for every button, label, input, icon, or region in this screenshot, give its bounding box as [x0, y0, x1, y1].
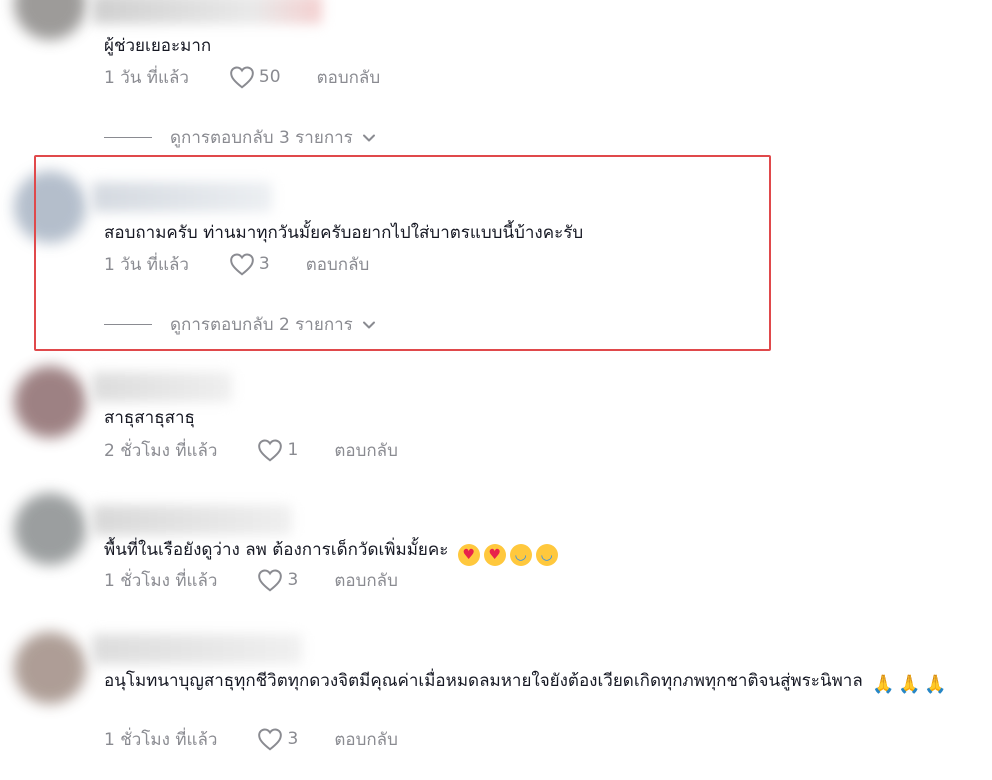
- like-button[interactable]: 1: [257, 438, 298, 462]
- like-button[interactable]: 50: [229, 65, 281, 89]
- username-blurred[interactable]: [92, 505, 292, 535]
- avatar[interactable]: [14, 493, 86, 565]
- heart-icon: [258, 728, 283, 751]
- comment-text: สาธุสาธุสาธุ: [104, 408, 195, 428]
- comment-meta: 1 วัน ที่แล้ว 50 ตอบกลับ: [104, 64, 380, 90]
- comment-meta: 1 ชั่วโมง ที่แล้ว 3 ตอบกลับ: [104, 726, 398, 752]
- like-count: 50: [258, 67, 281, 87]
- like-button[interactable]: 3: [257, 568, 298, 592]
- comment-time: 1 ชั่วโมง ที่แล้ว: [104, 570, 218, 591]
- heart-icon: [258, 439, 283, 462]
- highlight-box: [34, 155, 771, 351]
- username-blurred[interactable]: [92, 0, 322, 24]
- like-button[interactable]: 3: [257, 727, 298, 751]
- reply-button[interactable]: ตอบกลับ: [317, 64, 381, 91]
- comment-text: ผู้ช่วยเยอะมาก: [104, 36, 212, 56]
- comment-time: 1 วัน ที่แล้ว: [104, 67, 189, 88]
- avatar[interactable]: [14, 632, 86, 704]
- comment-time: 1 ชั่วโมง ที่แล้ว: [104, 729, 218, 750]
- comment-time: 2 ชั่วโมง ที่แล้ว: [104, 440, 218, 461]
- folded-hands-emoji-icon: 🙏: [872, 674, 895, 695]
- heart-icon: [230, 66, 254, 89]
- reply-button[interactable]: ตอบกลับ: [334, 726, 398, 753]
- view-replies-label: ดูการตอบกลับ 3 รายการ: [170, 128, 353, 148]
- comment-text-body: อนุโมทนาบุญสาธุทุกชีวิตทุกดวงจิตมีคุณค่า…: [104, 671, 863, 691]
- avatar[interactable]: [14, 366, 86, 438]
- comment-meta: 2 ชั่วโมง ที่แล้ว 1 ตอบกลับ: [104, 437, 398, 463]
- view-replies-button[interactable]: ดูการตอบกลับ 3 รายการ: [104, 124, 377, 151]
- like-count: 3: [287, 570, 299, 590]
- like-count: 3: [287, 729, 299, 749]
- tears-of-joy-emoji-icon: ◡: [509, 544, 532, 566]
- comment-text: อนุโมทนาบุญสาธุทุกชีวิตทุกดวงจิตมีคุณค่า…: [104, 668, 984, 696]
- comment-text: พื้นที่ในเรือยังดูว่าง ลพ ต้องการเด็กวัด…: [104, 537, 558, 566]
- username-blurred[interactable]: [92, 634, 302, 664]
- folded-hands-emoji-icon: 🙏: [924, 674, 947, 695]
- divider-line: [104, 137, 152, 138]
- comment-meta: 1 ชั่วโมง ที่แล้ว 3 ตอบกลับ: [104, 567, 398, 593]
- tears-of-joy-emoji-icon: ◡: [535, 544, 558, 566]
- reply-button[interactable]: ตอบกลับ: [334, 437, 398, 464]
- avatar[interactable]: [14, 0, 86, 40]
- username-blurred[interactable]: [92, 372, 232, 402]
- chevron-down-icon: [362, 134, 375, 141]
- heart-eyes-emoji-icon: ♥: [457, 544, 480, 566]
- heart-eyes-emoji-icon: ♥: [483, 544, 506, 566]
- reply-button[interactable]: ตอบกลับ: [334, 567, 398, 594]
- folded-hands-emoji-icon: 🙏: [898, 674, 921, 695]
- comment-text-body: พื้นที่ในเรือยังดูว่าง ลพ ต้องการเด็กวัด…: [104, 540, 449, 560]
- heart-icon: [258, 569, 283, 592]
- like-count: 1: [287, 440, 299, 460]
